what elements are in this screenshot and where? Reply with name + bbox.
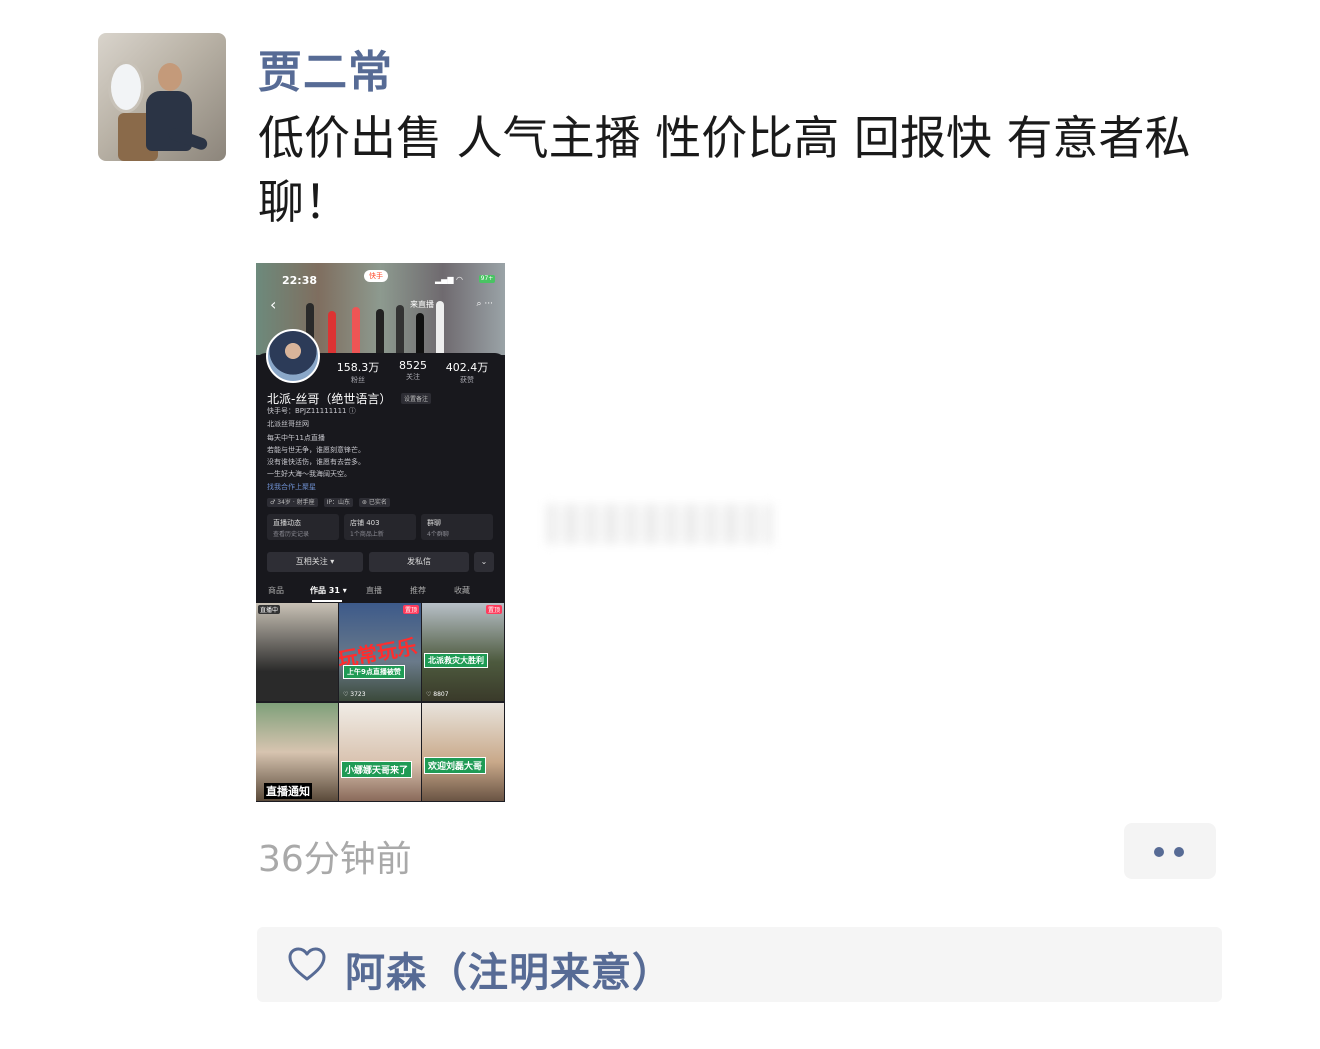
tile-views: ♡ 8807 [426, 691, 449, 698]
card-sub: 1个商品上新 [350, 531, 384, 538]
expand-button: ⌄ [474, 552, 494, 572]
chip: IP：山东 [323, 498, 353, 507]
blurred-watermark [546, 504, 772, 544]
bio-line: 每天中午11点直播 [267, 434, 325, 442]
tile-yellow-text: 直播通知 [264, 783, 312, 799]
cover-figure [352, 307, 360, 355]
tile-label: 小娜娜天哥来了 [341, 761, 413, 778]
post-text: 低价出售 人气主播 性价比高 回报快 有意者私聊！ [258, 111, 1191, 229]
profile-name: 北派-丝哥（绝世语言） [267, 392, 392, 406]
heart-outline-icon [288, 947, 326, 981]
card-sub: 查看历史记录 [273, 531, 310, 538]
username[interactable]: 贾二常 [258, 36, 393, 100]
work-tile: 欢迎刘磊大哥 [422, 703, 504, 801]
work-tile: 小娜娜天哥来了 [339, 703, 421, 801]
profile-cards: 直播动态 查看历史记录 店铺 403 1个商品上新 群聊 4个群聊 [267, 514, 505, 540]
stat-number: 402.4万 [445, 361, 489, 374]
tab-works: 作品 31 ▾ [310, 586, 347, 595]
tile-corner: 置顶 [402, 605, 419, 614]
tab-live: 直播 [366, 586, 382, 595]
message-button: 发私信 [369, 552, 469, 572]
stat-label: 关注 [406, 373, 420, 381]
work-tile: 直播通知 [256, 703, 338, 801]
tile-label: 欢迎刘磊大哥 [424, 757, 487, 774]
work-tile: 置顶 玩常玩乐 上午9点直播被赞 ♡ 3723 [339, 603, 421, 701]
tab-collect: 收藏 [454, 586, 470, 595]
stat-likes: 402.4万 获赞 [437, 359, 497, 385]
user-avatar[interactable] [98, 33, 226, 161]
chip: ♂ 34岁 · 射手座 [267, 498, 318, 507]
avatar-person-head [158, 63, 182, 91]
card-live: 直播动态 查看历史记录 [267, 514, 339, 540]
card-shop: 店铺 403 1个商品上新 [344, 514, 416, 540]
tile-label: 北派救灾大胜利 [424, 653, 488, 668]
stat-following: 8525 关注 [383, 359, 443, 382]
cover-figure [376, 309, 384, 355]
stat-label: 粉丝 [351, 376, 365, 384]
profile-chips: ♂ 34岁 · 射手座 IP：山东 ⊛ 已实名 [267, 497, 394, 507]
bio-link: 找我合作上聚星 [267, 483, 316, 491]
tile-views: ♡ 3723 [343, 691, 366, 698]
bio-line: 若能与世无争，谁愿刻意锋芒。 [267, 446, 365, 454]
profile-tag: 设置备注 [401, 393, 432, 404]
work-tile: 直播中 [256, 603, 338, 701]
chip: ⊛ 已实名 [358, 498, 390, 507]
attached-image[interactable]: 22:38 快手 ▂▄▆ ◠ 97+ ‹ 来直播 ⌕ ··· 158.3万 粉丝… [256, 263, 505, 802]
avatar-window-shape [108, 61, 144, 113]
tile-corner: 置顶 [485, 605, 502, 614]
card-title: 群聊 [427, 519, 441, 527]
post-time: 36分钟前 [258, 839, 412, 880]
card-group: 群聊 4个群聊 [421, 514, 493, 540]
cover-figure [396, 305, 404, 355]
two-dot-more-icon [1154, 847, 1164, 857]
tab-underline [312, 600, 342, 602]
search-more-icon: ⌕ ··· [476, 299, 493, 309]
stat-label: 获赞 [460, 376, 474, 384]
works-grid: 直播中 置顶 玩常玩乐 上午9点直播被赞 ♡ 3723 置顶 北派救灾大胜利 ♡… [256, 603, 505, 802]
cover-figure [436, 301, 444, 355]
card-sub: 4个群聊 [427, 531, 449, 538]
cover-figure [328, 311, 336, 355]
profile-subline: 北派丝哥丝网 [267, 420, 309, 428]
stat-number: 8525 [399, 359, 427, 372]
profile-avatar [266, 329, 320, 383]
work-tile: 置顶 北派救灾大胜利 ♡ 8807 [422, 603, 504, 701]
tile-label: 上午9点直播被赞 [343, 665, 405, 679]
likes-bar: 阿森（注明来意） [257, 927, 1222, 1002]
signal-wifi-icon: ▂▄▆ ◠ [435, 275, 463, 284]
tile-corner: 直播中 [258, 605, 281, 614]
two-dot-more-icon [1174, 847, 1184, 857]
liker-name[interactable]: 阿森（注明来意） [345, 940, 673, 998]
card-title: 直播动态 [273, 519, 301, 527]
cover-figure [416, 313, 424, 355]
app-badge: 快手 [364, 270, 388, 282]
bio-line: 没有谁快活伤，谁愿有去尝多。 [267, 458, 365, 466]
follow-button: 互相关注 ▾ [267, 552, 363, 572]
tab-goods: 商品 [268, 586, 284, 595]
stat-fans: 158.3万 粉丝 [328, 359, 388, 385]
stat-number: 158.3万 [336, 361, 380, 374]
battery-icon: 97+ [479, 275, 495, 283]
tab-recommend: 推荐 [410, 586, 426, 595]
profile-id: 快手号：BPJZ11111111 ⓘ [267, 407, 356, 415]
more-actions-button[interactable] [1124, 823, 1216, 879]
status-time: 22:38 [282, 274, 318, 287]
bio-line: 一生好大海～我海阔天空。 [267, 470, 351, 478]
back-arrow-icon: ‹ [270, 295, 277, 314]
card-title: 店铺 403 [350, 519, 380, 527]
top-search-text: 来直播 [410, 300, 434, 309]
profile-tabs: 商品 作品 31 ▾ 直播 推荐 收藏 [256, 585, 505, 603]
